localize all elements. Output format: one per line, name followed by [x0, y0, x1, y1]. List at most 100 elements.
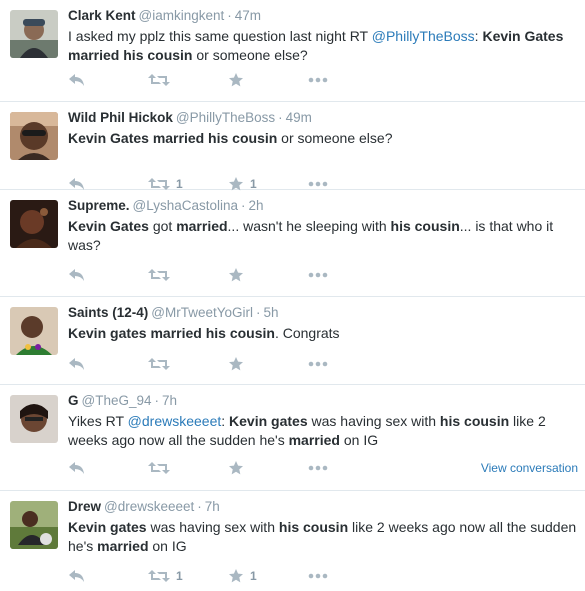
favorite-count: 1: [250, 569, 257, 583]
more-icon: [308, 272, 328, 278]
tweet-handle[interactable]: @LyshaCastolina: [133, 198, 239, 213]
tweet-text-fragment: Yikes RT: [68, 413, 128, 429]
tweet-fullname[interactable]: Supreme.: [68, 198, 130, 213]
retweet-icon: [148, 569, 170, 583]
tweet-fullname[interactable]: Clark Kent: [68, 8, 136, 23]
favorite-button[interactable]: [228, 459, 244, 477]
highlighted-keyword: his cousin: [439, 413, 510, 429]
tweet-text: Kevin gates was having sex with his cous…: [68, 518, 577, 556]
avatar[interactable]: [10, 307, 58, 355]
tweet[interactable]: Drew @drewskeeeet · 7h Kevin gates was havi…: [0, 491, 585, 591]
favorite-button[interactable]: [228, 266, 244, 284]
more-icon: [308, 181, 328, 187]
retweet-icon: [148, 73, 170, 87]
tweet-text-fragment: got: [148, 218, 177, 234]
tweet-fullname[interactable]: G: [68, 393, 79, 408]
highlighted-keyword: married: [176, 218, 228, 234]
separator-dot: ·: [197, 499, 202, 514]
more-icon: [308, 465, 328, 471]
avatar[interactable]: [10, 501, 58, 549]
reply-icon: [68, 73, 86, 87]
tweet-text: I asked my pplz this same question last …: [68, 27, 577, 65]
favorite-icon: [228, 72, 244, 88]
tweet-handle[interactable]: @TheG_94: [82, 393, 152, 408]
tweet-text-fragment: I asked my pplz this same question last …: [68, 28, 372, 44]
more-button[interactable]: [308, 71, 328, 89]
retweet-button[interactable]: 1: [148, 567, 183, 585]
retweet-icon: [148, 177, 170, 191]
tweet-fullname[interactable]: Saints (12-4): [68, 305, 148, 320]
avatar[interactable]: [10, 395, 58, 443]
highlighted-keyword: Kevin gates: [68, 519, 147, 535]
tweet-text-fragment: was having sex with: [146, 519, 279, 535]
tweet-handle[interactable]: @MrTweetYoGirl: [151, 305, 253, 320]
tweet-actions: 11: [68, 567, 578, 585]
tweet-fullname[interactable]: Drew: [68, 499, 101, 514]
reply-button[interactable]: [68, 355, 86, 373]
tweet[interactable]: G @TheG_94 · 7h Yikes RT @drewskeeeet: Kevi…: [0, 385, 585, 491]
favorite-button[interactable]: [228, 71, 244, 89]
retweet-button[interactable]: [148, 355, 170, 373]
highlighted-keyword: his cousin: [278, 519, 349, 535]
separator-dot: ·: [241, 198, 246, 213]
more-button[interactable]: [308, 459, 328, 477]
highlighted-keyword: Kevin gates married his cousin: [68, 325, 275, 341]
tweet-handle[interactable]: @PhillyTheBoss: [176, 110, 275, 125]
tweet-timeline: Clark Kent @iamkingkent · 47m I asked my pp…: [0, 0, 585, 591]
more-icon: [308, 361, 328, 367]
tweet-text-fragment: on IG: [148, 538, 187, 554]
mention-link[interactable]: @PhillyTheBoss: [372, 28, 475, 44]
tweet[interactable]: Wild Phil Hickok @PhillyTheBoss · 49m Kevin…: [0, 102, 585, 191]
separator-dot: ·: [227, 8, 232, 23]
tweet-timestamp[interactable]: 7h: [162, 393, 177, 408]
retweet-button[interactable]: [148, 266, 170, 284]
retweet-count: 1: [176, 177, 183, 191]
tweet-text: Kevin Gates got married... wasn't he sle…: [68, 217, 577, 255]
retweet-button[interactable]: [148, 459, 170, 477]
tweet-actions: View conversation: [68, 459, 578, 477]
favorite-count: 1: [250, 177, 257, 191]
tweet-text-fragment: was having sex with: [307, 413, 440, 429]
separator-dot: ·: [154, 393, 160, 408]
mention-link[interactable]: @drewskeeeet: [128, 413, 222, 429]
reply-button[interactable]: [68, 567, 86, 585]
tweet-text-fragment: on IG: [339, 432, 379, 448]
separator-dot: ·: [256, 305, 261, 320]
reply-button[interactable]: [68, 266, 86, 284]
tweet-handle[interactable]: @iamkingkent: [139, 8, 225, 23]
more-button[interactable]: [308, 266, 328, 284]
reply-button[interactable]: [68, 71, 86, 89]
tweet-text-fragment: or someone else?: [277, 130, 393, 146]
view-conversation-link[interactable]: View conversation: [481, 459, 578, 477]
tweet[interactable]: Saints (12-4) @MrTweetYoGirl · 5h Kevin gat…: [0, 297, 585, 385]
more-button[interactable]: [308, 355, 328, 373]
tweet-text: Kevin gates married his cousin. Congrats: [68, 324, 577, 343]
tweet-timestamp[interactable]: 7h: [205, 499, 220, 514]
reply-button[interactable]: [68, 459, 86, 477]
avatar[interactable]: [10, 112, 58, 160]
tweet-actions: [68, 71, 578, 89]
highlighted-keyword: married: [97, 538, 149, 554]
tweet-text: Kevin Gates married his cousin or someon…: [68, 129, 577, 148]
avatar[interactable]: [10, 200, 58, 248]
tweet-actions: [68, 266, 578, 284]
more-icon: [308, 573, 328, 579]
tweet-fullname[interactable]: Wild Phil Hickok: [68, 110, 173, 125]
tweet[interactable]: Supreme. @LyshaCastolina · 2h Kevin Gates g…: [0, 190, 585, 297]
reply-icon: [68, 177, 86, 191]
tweet-timestamp[interactable]: 49m: [286, 110, 312, 125]
tweet-text-fragment: :: [221, 413, 230, 429]
tweet-timestamp[interactable]: 5h: [264, 305, 279, 320]
tweet-timestamp[interactable]: 47m: [235, 8, 261, 23]
tweet[interactable]: Clark Kent @iamkingkent · 47m I asked my pp…: [0, 0, 585, 102]
avatar[interactable]: [10, 10, 58, 58]
favorite-button[interactable]: [228, 355, 244, 373]
favorite-button[interactable]: 1: [228, 567, 257, 585]
highlighted-keyword: his cousin: [390, 218, 460, 234]
retweet-button[interactable]: [148, 71, 170, 89]
tweet-handle[interactable]: @drewskeeeet: [104, 499, 194, 514]
tweet-timestamp[interactable]: 2h: [249, 198, 264, 213]
retweet-icon: [148, 357, 170, 371]
reply-icon: [68, 461, 86, 475]
more-button[interactable]: [308, 567, 328, 585]
